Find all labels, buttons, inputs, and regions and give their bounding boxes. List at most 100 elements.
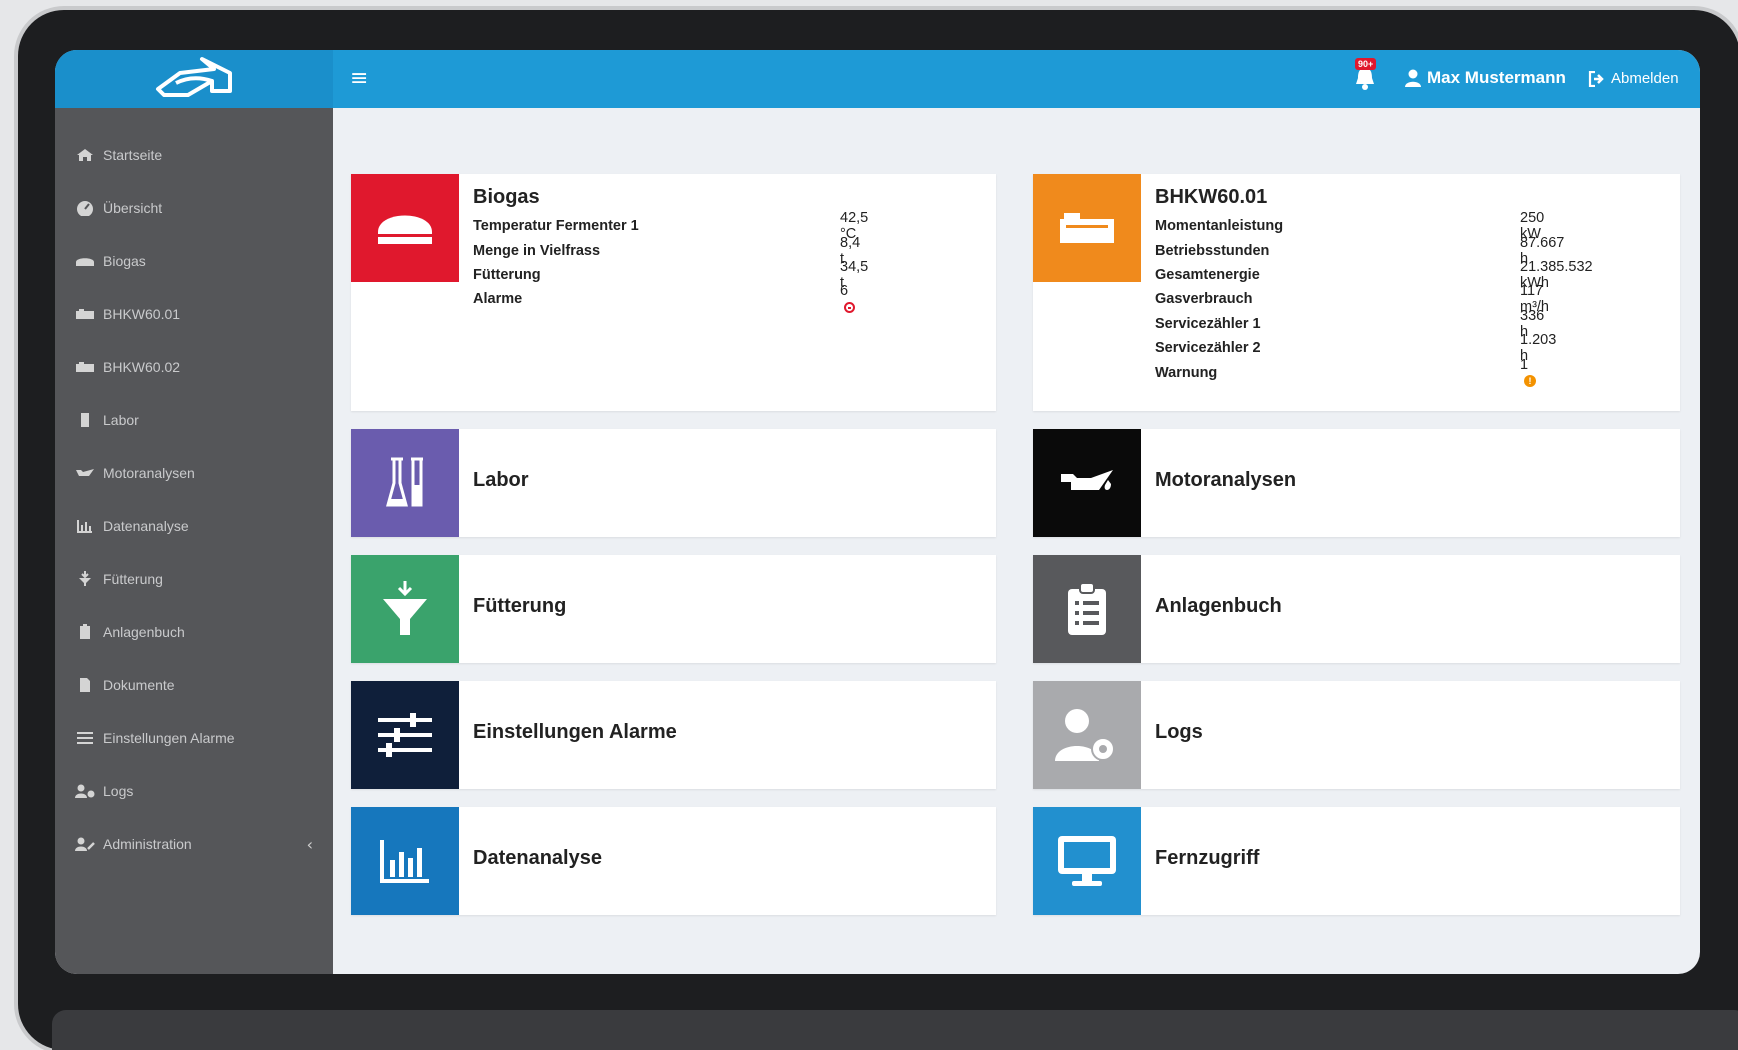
- row-label: Gesamtenergie: [1155, 266, 1260, 283]
- logo-icon: [156, 57, 232, 97]
- biogas-data-list: Temperatur Fermenter 1 42,5 °C Menge in V…: [473, 210, 868, 314]
- data-row: Warnung 1!: [1155, 357, 1536, 387]
- card-title: Fernzugriff: [1155, 847, 1260, 869]
- data-row: Temperatur Fermenter 1 42,5 °C: [473, 210, 868, 242]
- sidebar-item-bhkw60-01[interactable]: BHKW60.01: [75, 299, 325, 329]
- card-fuetterung[interactable]: Fütterung: [351, 555, 996, 663]
- sidebar-item-label: Fütterung: [103, 571, 163, 587]
- settings-list-icon: [75, 731, 95, 745]
- row-label: Fütterung: [473, 266, 541, 283]
- engine-icon: [75, 308, 95, 320]
- card-icon-box: [1033, 429, 1141, 537]
- sidebar-item-label: Labor: [103, 412, 139, 428]
- sidebar-item-label: Logs: [103, 783, 134, 799]
- sidebar-item-biogas[interactable]: Biogas: [75, 246, 325, 276]
- sliders-icon: [378, 713, 432, 757]
- row-label: Servicezähler 2: [1155, 340, 1261, 357]
- sidebar-item-bhkw60-02[interactable]: BHKW60.02: [75, 352, 325, 382]
- user-icon: [1405, 69, 1421, 87]
- engine-icon: [1060, 213, 1114, 243]
- sidebar-item-logs[interactable]: Logs: [75, 776, 325, 806]
- card-datenanalyse[interactable]: Datenanalyse: [351, 807, 996, 915]
- feeding-icon: [383, 581, 427, 635]
- oil-can-icon: [75, 468, 95, 478]
- user-cog-icon: [75, 784, 95, 798]
- card-einstellungen-alarme[interactable]: Einstellungen Alarme: [351, 681, 996, 789]
- sidebar-item-einstellungen-alarme[interactable]: Einstellungen Alarme: [75, 723, 325, 753]
- data-row: Menge in Vielfrass 8,4 t: [473, 235, 860, 267]
- sidebar-item-label: Datenanalyse: [103, 518, 189, 534]
- sign-out-icon: [1588, 70, 1604, 87]
- data-row: Alarme 6: [473, 283, 855, 314]
- card-title: Biogas: [473, 186, 540, 208]
- sidebar-item-fuetterung[interactable]: Fütterung: [75, 564, 325, 594]
- bar-chart-icon: [75, 519, 95, 533]
- card-icon-box: [351, 555, 459, 663]
- sidebar-item-anlagenbuch[interactable]: Anlagenbuch: [75, 617, 325, 647]
- sidebar-item-uebersicht[interactable]: Übersicht: [75, 193, 325, 223]
- logout-button[interactable]: Abmelden: [1588, 70, 1679, 87]
- sidebar-item-motoranalysen[interactable]: Motoranalysen: [75, 458, 325, 488]
- sidebar-item-dokumente[interactable]: Dokumente: [75, 670, 325, 700]
- laptop-base: [52, 1010, 1738, 1050]
- sidebar-item-startseite[interactable]: Startseite: [75, 140, 325, 170]
- data-row: Servicezähler 1 336 h: [1155, 308, 1544, 340]
- sidebar-item-administration[interactable]: Administration ‹: [75, 829, 325, 859]
- user-name: Max Mustermann: [1427, 68, 1566, 87]
- row-value: 1: [1520, 356, 1529, 373]
- dashboard-icon: [75, 200, 95, 216]
- data-row: Gasverbrauch 117 m³/h: [1155, 283, 1549, 315]
- card-title: Einstellungen Alarme: [473, 721, 677, 743]
- card-icon-box: [1033, 807, 1141, 915]
- card-icon-box: [1033, 555, 1141, 663]
- row-label: Momentanleistung: [1155, 218, 1284, 235]
- row-label: Warnung: [1155, 364, 1218, 381]
- biogas-icon: [378, 215, 432, 244]
- sidebar-item-label: Startseite: [103, 147, 163, 163]
- flask-icon: [386, 457, 423, 507]
- chevron-left-icon: ‹: [306, 834, 313, 854]
- card-title: Labor: [473, 469, 529, 491]
- card-motoranalysen[interactable]: Motoranalysen: [1033, 429, 1680, 537]
- sidebar-item-label: Biogas: [103, 253, 146, 269]
- engine-icon: [75, 361, 95, 373]
- sidebar-item-labor[interactable]: Labor: [75, 405, 325, 435]
- row-label: Betriebsstunden: [1155, 242, 1270, 259]
- sidebar-item-label: BHKW60.01: [103, 306, 181, 322]
- card-anlagenbuch[interactable]: Anlagenbuch: [1033, 555, 1680, 663]
- notification-badge: 90+: [1355, 58, 1377, 70]
- sidebar-item-label: Motoranalysen: [103, 465, 195, 481]
- sidebar-item-label: Einstellungen Alarme: [103, 730, 235, 746]
- notifications-button[interactable]: 90+: [1353, 58, 1379, 94]
- sidebar-item-datenanalyse[interactable]: Datenanalyse: [75, 511, 325, 541]
- card-bhkw60-01[interactable]: BHKW60.01 Momentanleistung 250 kW Betrieb…: [1033, 174, 1680, 411]
- bhkw-data-list: Momentanleistung 250 kW Betriebsstunden 87…: [1155, 210, 1593, 387]
- row-label: Gasverbrauch: [1155, 291, 1253, 308]
- home-icon: [75, 148, 95, 162]
- data-row: Gesamtenergie 21.385.532 kWh: [1155, 259, 1593, 291]
- card-title: Motoranalysen: [1155, 469, 1297, 491]
- card-icon-box: [351, 681, 459, 789]
- logo[interactable]: [55, 50, 333, 108]
- hamburger-icon: ≡: [350, 66, 369, 91]
- card-logs[interactable]: Logs: [1033, 681, 1680, 789]
- data-row: Fütterung 34,5 t: [473, 259, 868, 291]
- card-icon-box: [1033, 174, 1141, 282]
- clipboard-icon: [1068, 582, 1106, 635]
- card-title: Fütterung: [473, 595, 567, 617]
- card-fernzugriff[interactable]: Fernzugriff: [1033, 807, 1680, 915]
- biogas-icon: [75, 255, 95, 267]
- sidebar: Startseite Übersicht Biogas BHKW60.01 BH…: [55, 108, 333, 974]
- card-biogas[interactable]: Biogas Temperatur Fermenter 1 42,5 °C Men…: [351, 174, 996, 411]
- row-label: Servicezähler 1: [1155, 315, 1261, 332]
- data-row: Servicezähler 2 1.203 h: [1155, 332, 1556, 364]
- row-label: Temperatur Fermenter 1: [473, 218, 639, 235]
- menu-toggle-button[interactable]: ≡: [350, 66, 368, 92]
- card-icon-box: [1033, 681, 1141, 789]
- row-label: Alarme: [473, 291, 523, 308]
- flask-icon: [75, 412, 95, 428]
- card-icon-box: [351, 807, 459, 915]
- card-icon-box: [351, 429, 459, 537]
- user-menu[interactable]: Max Mustermann: [1405, 68, 1566, 88]
- card-labor[interactable]: Labor: [351, 429, 996, 537]
